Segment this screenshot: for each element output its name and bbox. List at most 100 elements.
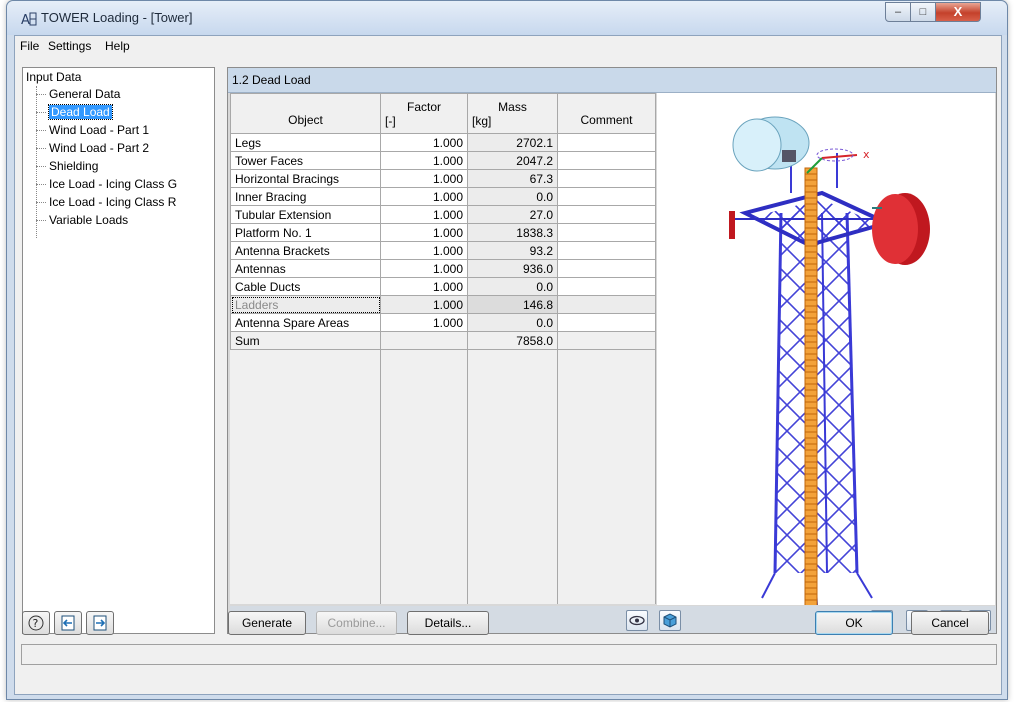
cell-object: Antenna Spare Areas [230,313,381,332]
cell-mass: 2047.2 [467,151,558,170]
cell-factor[interactable]: 1.000 [380,187,468,206]
table-row[interactable]: Tower Faces 1.000 2047.2 [230,151,656,170]
dish-antenna [732,116,810,172]
table-row[interactable]: Legs 1.000 2702.1 [230,133,656,152]
cell-comment[interactable] [557,223,656,242]
eye-icon[interactable] [626,610,648,631]
maximize-icon: □ [919,6,927,18]
tree-item-ice-load-g[interactable]: Ice Load - Icing Class G [36,176,177,192]
cell-factor[interactable]: 1.000 [380,277,468,296]
menu-help[interactable]: Help [105,39,130,53]
combine-button[interactable]: Combine... [316,611,397,635]
cell-mass: 0.0 [467,277,558,296]
tree-root-input-data[interactable]: Input Data [26,70,81,84]
table-row[interactable]: Antenna Brackets 1.000 93.2 [230,241,656,260]
cell-mass: 67.3 [467,169,558,188]
cell-factor[interactable]: 1.000 [380,169,468,188]
cell-comment[interactable] [557,259,656,278]
close-button[interactable]: X [935,2,981,22]
cell-factor[interactable]: 1.000 [380,133,468,152]
window-title: TOWER Loading - [Tower] [41,10,193,25]
tree-item-label: Ice Load - Icing Class G [49,177,178,191]
cell-comment[interactable] [557,151,656,170]
table-row[interactable]: Cable Ducts 1.000 0.0 [230,277,656,296]
close-icon: X [953,4,963,19]
cell-comment[interactable] [557,133,656,152]
cell-mass: 27.0 [467,205,558,224]
client-area: File Settings Help Input Data General Da… [14,35,1002,695]
cell-comment[interactable] [557,313,656,332]
cell-factor[interactable]: 1.000 [380,313,468,332]
ladder [804,167,818,609]
table-row[interactable]: Platform No. 1 1.000 1838.3 [230,223,656,242]
cell-object: Tubular Extension [230,205,381,224]
cell-factor[interactable]: 1.000 [380,295,468,314]
cell-mass: 1838.3 [467,223,558,242]
cell-factor[interactable]: 1.000 [380,223,468,242]
tower-3d-view[interactable]: x [657,93,995,609]
cell-factor[interactable]: 1.000 [380,205,468,224]
table-row[interactable]: Inner Bracing 1.000 0.0 [230,187,656,206]
table-empty-area [230,350,656,604]
cell-object: Inner Bracing [230,187,381,206]
cell-comment[interactable] [557,241,656,260]
col-header-factor: Factor [380,93,468,114]
panel-title: 1.2 Dead Load [232,73,311,87]
table-row[interactable]: Ladders 1.000 146.8 [230,295,656,314]
help-icon: ? [28,615,44,631]
cell-comment[interactable] [557,295,656,314]
column-divider [655,350,656,604]
table-row[interactable]: Tubular Extension 1.000 27.0 [230,205,656,224]
help-button[interactable]: ? [22,611,50,635]
dead-load-table: Object Factor Mass Comment [-] [kg] Legs… [230,93,656,350]
generate-button[interactable]: Generate [228,611,306,635]
minimize-button[interactable]: – [885,2,911,22]
menu-bar: File Settings Help [15,36,1001,56]
cell-mass: 93.2 [467,241,558,260]
cell-object: Antenna Brackets [230,241,381,260]
cell-object: Cable Ducts [230,277,381,296]
previous-button[interactable] [54,611,82,635]
tree-item-general-data[interactable]: General Data [36,86,120,102]
cell-factor[interactable]: 1.000 [380,259,468,278]
view-iso-icon[interactable] [659,610,681,631]
table-row[interactable]: Horizontal Bracings 1.000 67.3 [230,169,656,188]
menu-file[interactable]: File [20,39,39,53]
cell-factor[interactable]: 1.000 [380,241,468,260]
cell-object: Platform No. 1 [230,223,381,242]
tree-item-label: Ice Load - Icing Class R [49,195,177,209]
cell-comment[interactable] [557,169,656,188]
details-button[interactable]: Details... [407,611,489,635]
tree-item-label: Wind Load - Part 1 [49,123,150,137]
tree-item-ice-load-r[interactable]: Ice Load - Icing Class R [36,194,176,210]
cancel-button[interactable]: Cancel [911,611,989,635]
cell-comment[interactable] [557,187,656,206]
cell-object: Tower Faces [230,151,381,170]
cell-object: Ladders [230,295,381,314]
column-divider [557,350,558,604]
tree-item-wind-load-1[interactable]: Wind Load - Part 1 [36,122,149,138]
axis-x-label: x [863,148,870,161]
ok-button[interactable]: OK [815,611,893,635]
cell-sum-mass: 7858.0 [467,331,558,350]
cell-object: Horizontal Bracings [230,169,381,188]
next-button[interactable] [86,611,114,635]
cell-comment[interactable] [557,277,656,296]
tree-item-wind-load-2[interactable]: Wind Load - Part 2 [36,140,149,156]
menu-settings[interactable]: Settings [48,39,91,53]
cell-mass: 2702.1 [467,133,558,152]
cell-comment[interactable] [557,205,656,224]
cell-factor[interactable]: 1.000 [380,151,468,170]
tower-rendering: x [729,116,930,609]
col-header-object: Object [230,93,381,134]
table-row[interactable]: Antennas 1.000 936.0 [230,259,656,278]
col-header-mass: Mass [467,93,558,114]
tree-item-dead-load[interactable]: Dead Load [36,104,113,120]
navigator-tree: Input Data General Data Dead Load Wind L… [22,67,215,634]
table-row[interactable]: Antenna Spare Areas 1.000 0.0 [230,313,656,332]
tree-item-label: Wind Load - Part 2 [49,141,150,155]
maximize-button[interactable]: □ [910,2,936,22]
tree-item-variable-loads[interactable]: Variable Loads [36,212,128,228]
col-header-comment: Comment [557,93,656,134]
tree-item-shielding[interactable]: Shielding [36,158,98,174]
